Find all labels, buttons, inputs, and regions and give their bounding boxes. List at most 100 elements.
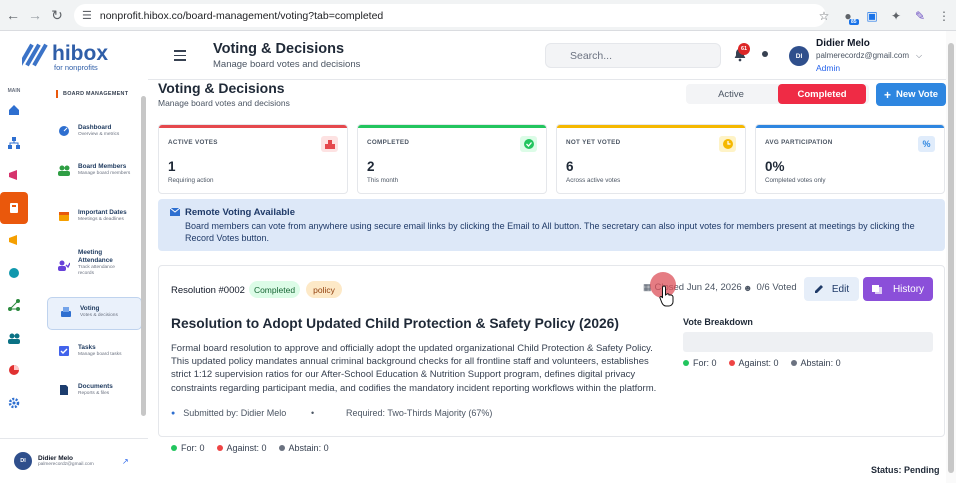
menu-icon[interactable]: ⋮ — [932, 9, 956, 23]
reload-icon[interactable]: ↻ — [46, 4, 68, 26]
separator-dot: • — [311, 408, 315, 418]
stat-value: 0% — [765, 159, 785, 174]
sidebar-item-meeting-attendance[interactable]: Meeting Attendance Track attendance recor… — [46, 249, 142, 277]
header-user-email: palmerecordz@gmail.com — [816, 51, 910, 60]
sidebar-item-desc: Track attendance records — [78, 265, 115, 276]
forward-icon[interactable]: → — [24, 4, 46, 26]
resolution-description: Formal board resolution to approve and o… — [171, 343, 657, 394]
hand-cursor-icon — [659, 285, 674, 307]
check-circle-icon — [520, 136, 537, 152]
header-subtitle: Manage board votes and decisions — [213, 59, 361, 70]
sidebar-item-dashboard[interactable]: Dashboard Overview & metrics — [46, 124, 142, 138]
abstain-dot — [278, 445, 285, 451]
remote-voting-banner: Remote Voting Available Board members ca… — [158, 199, 945, 251]
banner-body: Board members can vote from anywhere usi… — [185, 221, 915, 243]
theme-icon[interactable] — [760, 49, 770, 59]
profile-icon[interactable]: ✎ — [908, 9, 932, 23]
sidebar-item-important-dates[interactable]: Important Dates Meetings & deadlines — [46, 209, 142, 223]
abstain-count: Abstain: 0 — [288, 443, 329, 453]
stat-label: COMPLETED — [367, 139, 410, 146]
sidebar-heading: BOARD MANAGEMENT — [46, 86, 148, 98]
required-majority: Required: Two-Thirds Majority (67%) — [346, 408, 493, 418]
svg-text:for nonprofits: for nonprofits — [54, 63, 98, 72]
tab-completed[interactable]: Completed — [778, 84, 866, 104]
against-count: Against: 0 — [738, 358, 779, 368]
sidebar-item-documents[interactable]: Documents Reports & files — [46, 383, 142, 397]
app-header: Voting & Decisions Manage board votes an… — [148, 31, 956, 80]
extension-icon[interactable]: ● 85 — [836, 9, 860, 25]
stat-value: 6 — [566, 159, 574, 174]
svg-text:hibox: hibox — [52, 42, 108, 65]
stat-sub: Completed votes only — [765, 177, 826, 184]
sidebar-item-title: Tasks — [78, 344, 96, 351]
stat-card-not-voted: NOT YET VOTED 6 Across active votes — [556, 124, 746, 194]
members-icon — [58, 165, 70, 176]
hamburger-icon[interactable] — [174, 50, 186, 61]
header-title: Voting & Decisions — [213, 41, 345, 57]
address-bar[interactable]: ☰ nonprofit.hibox.co/board-management/vo… — [74, 4, 826, 27]
abstain-dot — [790, 360, 797, 366]
edit-button[interactable]: Edit — [804, 277, 859, 301]
ballot-icon — [61, 307, 71, 317]
stat-card-participation: AVG PARTICIPATION 0% Completed votes onl… — [755, 124, 945, 194]
page-scrollbar[interactable] — [946, 31, 956, 483]
header-user-role: Admin — [816, 63, 841, 73]
sidebar-item-title: Board Members — [78, 163, 127, 170]
for-dot — [171, 445, 177, 451]
home-icon[interactable] — [0, 94, 28, 127]
history-button[interactable]: History — [863, 277, 933, 301]
globe-icon[interactable] — [0, 257, 28, 290]
user-avatar[interactable]: DI — [789, 46, 809, 66]
org-chart-icon[interactable] — [0, 127, 28, 160]
sidebar-item-board-members[interactable]: Board Members Manage board members — [46, 163, 142, 177]
new-vote-label: New Vote — [895, 89, 939, 100]
submitted-by: ● Submitted by: Didier Melo — [171, 408, 286, 418]
bookmark-star-icon[interactable]: ☆ — [812, 9, 836, 23]
board-icon[interactable] — [0, 191, 28, 224]
sidebar-item-title: Important Dates — [78, 209, 127, 216]
tab-active[interactable]: Active — [686, 84, 776, 104]
stat-label: AVG PARTICIPATION — [765, 139, 833, 146]
notification-badge: 61 — [738, 43, 750, 55]
sidebar-scrollbar[interactable] — [141, 88, 146, 423]
network-icon[interactable] — [0, 289, 28, 322]
against-dot — [216, 445, 223, 451]
external-link-icon[interactable]: ↗ — [122, 457, 129, 466]
stat-sub: This month — [367, 177, 399, 184]
sidebar-item-tasks[interactable]: Tasks Manage board tasks — [46, 344, 142, 358]
sidebar: BOARD MANAGEMENT Dashboard Overview & met… — [46, 86, 148, 428]
hibox-logo[interactable]: hibox for nonprofits — [22, 40, 132, 72]
tasks-icon — [59, 346, 69, 356]
sidebar-item-voting[interactable]: Voting Votes & decisions — [47, 297, 142, 330]
chevron-down-icon[interactable]: ⌵ — [916, 51, 922, 61]
sidebar-user-email: palmerecordz@gmail.com — [38, 462, 94, 467]
chart-pie-icon[interactable] — [0, 354, 28, 387]
settings-icon[interactable] — [0, 387, 28, 420]
people-icon: ☻ — [743, 282, 753, 293]
search-input[interactable]: Search... — [545, 43, 721, 68]
back-icon[interactable]: ← — [2, 4, 24, 26]
attendance-icon — [58, 260, 70, 271]
ballot-box-icon — [321, 136, 338, 152]
new-vote-button[interactable]: + New Vote — [876, 83, 946, 106]
extension-badge: 85 — [849, 18, 859, 25]
sidebar-item-title: Dashboard — [78, 124, 112, 131]
site-info-icon[interactable]: ☰ — [82, 9, 92, 22]
submitted-by-text: Submitted by: Didier Melo — [183, 408, 287, 418]
calendar-icon — [59, 212, 69, 221]
puzzle-icon[interactable]: ✦ — [884, 9, 908, 23]
sidebar-user[interactable]: DI Didier Melo palmerecordz@gmail.com ↗ — [0, 438, 148, 483]
for-count: For: 0 — [181, 443, 205, 453]
megaphone-icon[interactable] — [0, 159, 28, 192]
sidebar-item-desc: Overview & metrics — [78, 132, 120, 137]
stat-label: NOT YET VOTED — [566, 139, 621, 146]
campaign-icon[interactable] — [0, 224, 28, 257]
sidebar-user-name: Didier Melo — [38, 455, 74, 462]
url-text: nonprofit.hibox.co/board-management/voti… — [99, 9, 384, 22]
vote-summary: For: 0 Against: 0 Abstain: 0 — [171, 443, 341, 453]
people-icon[interactable] — [0, 322, 28, 355]
clock-icon — [719, 136, 736, 152]
extension-icon-2[interactable]: ▣ — [860, 9, 884, 23]
dashboard-icon — [59, 126, 69, 136]
vote-breakdown-title: Vote Breakdown — [683, 317, 753, 327]
